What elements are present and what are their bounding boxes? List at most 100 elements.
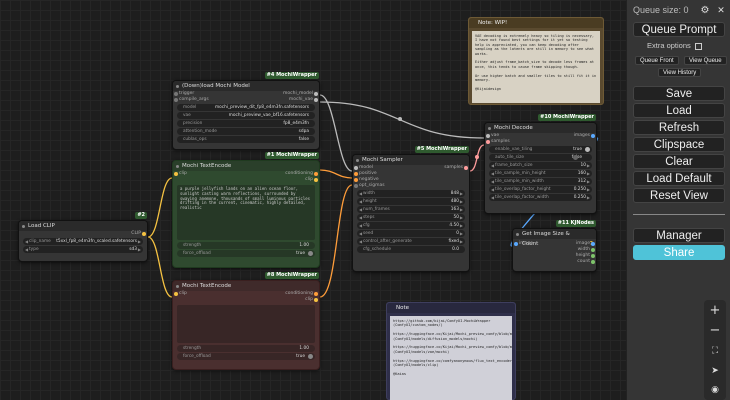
clip-input-socket[interactable] [174, 292, 178, 296]
node-canvas[interactable]: #2 Load CLIP CLIP ◀ clip_name t5xxl_fp8_e4… [0, 0, 730, 400]
share-button[interactable]: Share [633, 245, 725, 260]
count-output-socket[interactable] [591, 260, 595, 264]
zoom-in-icon[interactable]: + [707, 304, 723, 318]
clipspace-button[interactable]: Clipspace [633, 137, 725, 152]
clip-output-label: clip [305, 297, 313, 302]
get-image-size-node[interactable]: #11 KJNodes Get Image Size & Count? imag… [512, 220, 597, 272]
text-encode-positive-node[interactable]: #1 MochiWrapper Mochi TextEncode clip con… [172, 152, 320, 268]
clip-output-label: clip [305, 177, 313, 182]
node-badge: #2 [135, 212, 147, 219]
trigger-socket[interactable] [174, 92, 178, 96]
mochi-sampler-node[interactable]: #5 MochiWrapper Mochi Sampler model sampl… [352, 146, 470, 272]
node-badge: #8 MochiWrapper [264, 272, 319, 279]
queue-front-button[interactable]: Queue Front [635, 56, 679, 65]
load-button[interactable]: Load [633, 103, 725, 118]
queue-size-label: Queue size: 0 [633, 5, 689, 15]
samples-input-socket[interactable] [486, 140, 490, 144]
clip-type-select[interactable]: ◀ type sd3 ▶ [23, 246, 143, 253]
opt-sigmas-input-label: opt_sigmas [359, 183, 385, 188]
note-body[interactable]: https://github.com/kijai/ComfyUI-MochiWr… [390, 316, 512, 400]
control-after-generate-select[interactable]: ◀ control_after_generate fixed ▶ [357, 238, 465, 245]
note-wip[interactable]: Note: WIP! VAE decoding is extremely hea… [468, 17, 604, 105]
node-badge: #10 MochiWrapper [538, 114, 596, 121]
model-select[interactable]: model mochi_preview_dit_fp8_e4m3fn.safete… [177, 104, 315, 111]
tile-min-width-input[interactable]: ◀ tile_sample_min_width 312 ▶ [489, 178, 592, 185]
node-badge: #5 MochiWrapper [414, 146, 469, 153]
attention-mode-select[interactable]: attention_mode sdpa [177, 128, 315, 135]
tile-min-height-input[interactable]: ◀ tile_sample_min_height 160 ▶ [489, 170, 592, 177]
precision-select[interactable]: precision fp8_e4m3fn [177, 120, 315, 127]
num-frames-input[interactable]: ◀ num_frames 163 ▶ [357, 206, 465, 213]
text-encode-negative-node[interactable]: #8 MochiWrapper Mochi TextEncode clip con… [172, 272, 320, 370]
negative-prompt-textarea[interactable] [177, 305, 315, 343]
seed-input[interactable]: ◀ seed 0 ▶ [357, 230, 465, 237]
compile-args-socket[interactable] [174, 98, 178, 102]
positive-socket[interactable] [354, 172, 358, 176]
node-title: Get Image Size & Count? [513, 229, 596, 247]
refresh-button[interactable]: Refresh [633, 120, 725, 135]
conditioning-socket[interactable] [314, 292, 318, 296]
model-socket[interactable] [354, 166, 358, 170]
mochi-decode-node[interactable]: #10 MochiWrapper Mochi Decode vae images … [484, 114, 597, 214]
tile-overlap-height-input[interactable]: ◀ tile_overlap_factor_height 0.250 ▶ [489, 186, 592, 193]
note-title: Note: WIP! [469, 18, 603, 28]
load-default-button[interactable]: Load Default [633, 171, 725, 186]
force-offload-toggle[interactable]: force_offload true [177, 353, 315, 360]
image-output-socket[interactable] [591, 242, 595, 246]
enable-vae-tiling-toggle[interactable]: enable_vae_tiling true [489, 146, 592, 153]
queue-prompt-button[interactable]: Queue Prompt [633, 22, 725, 37]
conditioning-socket[interactable] [314, 172, 318, 176]
extra-options-row[interactable]: Extra options [647, 41, 702, 50]
mochi-model-socket[interactable] [314, 92, 318, 96]
load-clip-node[interactable]: #2 Load CLIP CLIP ◀ clip_name t5xxl_fp8_e4… [18, 212, 148, 262]
view-history-button[interactable]: View History [658, 68, 702, 77]
fit-view-icon[interactable]: ⛶ [707, 344, 723, 358]
opt-sigmas-socket[interactable] [354, 184, 358, 188]
clip-input-socket[interactable] [174, 172, 178, 176]
strength-slider[interactable]: strength 1.00 [177, 242, 315, 249]
force-offload-toggle[interactable]: force_offload true [177, 250, 315, 257]
close-icon[interactable]: ✕ [713, 4, 729, 18]
width-input[interactable]: ◀ width 848 ▶ [357, 190, 465, 197]
link-clip-to-neg [147, 236, 173, 298]
clip-output-socket[interactable] [142, 232, 146, 236]
images-socket[interactable] [591, 134, 595, 138]
gear-icon[interactable]: ⚙ [697, 4, 713, 18]
note-body[interactable]: VAE decoding is extremely heavy so tilin… [472, 31, 600, 103]
strength-slider[interactable]: strength 1.00 [177, 345, 315, 352]
clear-button[interactable]: Clear [633, 154, 725, 169]
cfg-schedule-input[interactable]: cfg_schedule 0.0 [357, 246, 465, 253]
mochi-vae-socket[interactable] [314, 98, 318, 102]
width-output-socket[interactable] [591, 248, 595, 252]
negative-socket[interactable] [354, 178, 358, 182]
prompt-textarea[interactable]: a purple jellyfish lands on an alien oce… [177, 185, 315, 240]
vae-select[interactable]: vae mochi_preview_vae_bf16.safetensors [177, 112, 315, 119]
zoom-out-icon[interactable]: − [707, 324, 723, 338]
clip-name-select[interactable]: ◀ clip_name t5xxl_fp8_e4m3fn_scaled.safete… [23, 238, 143, 245]
manager-button[interactable]: Manager [633, 228, 725, 243]
clip-output-socket[interactable] [314, 178, 318, 182]
steps-input[interactable]: ◀ steps 50 ▶ [357, 214, 465, 221]
height-input[interactable]: ◀ height 480 ▶ [357, 198, 465, 205]
frame-batch-size-input[interactable]: ◀ frame_batch_size 10 ▶ [489, 162, 592, 169]
download-mochi-model-node[interactable]: #4 MochiWrapper (Down)load Mochi Model t… [172, 72, 320, 150]
height-output-socket[interactable] [591, 254, 595, 258]
link-clip-to-pos [147, 177, 173, 238]
save-button[interactable]: Save [633, 86, 725, 101]
samples-socket[interactable] [464, 166, 468, 170]
note-links[interactable]: Note https://github.com/kijai/ComfyUI-Mo… [386, 302, 516, 400]
cursor-icon[interactable]: ➤ [707, 364, 723, 378]
auto-tile-size-toggle[interactable]: auto_tile_sizefalse [489, 154, 592, 161]
cublas-ops-toggle[interactable]: cublas_ops false [177, 136, 315, 143]
node-title: (Down)load Mochi Model [173, 81, 319, 91]
extra-options-checkbox[interactable] [694, 42, 702, 50]
cfg-input[interactable]: ◀ cfg 4.50 ▶ [357, 222, 465, 229]
clip-output-socket[interactable] [314, 298, 318, 302]
reset-view-button[interactable]: Reset View [633, 188, 725, 203]
view-queue-button[interactable]: View Queue [684, 56, 727, 65]
image-input-socket[interactable] [514, 242, 518, 246]
eye-icon[interactable]: ◉ [707, 383, 723, 397]
node-badge: #11 KJNodes [555, 220, 596, 227]
vae-socket[interactable] [486, 134, 490, 138]
tile-overlap-width-input[interactable]: ◀ tile_overlap_factor_width 0.250 ▶ [489, 194, 592, 201]
